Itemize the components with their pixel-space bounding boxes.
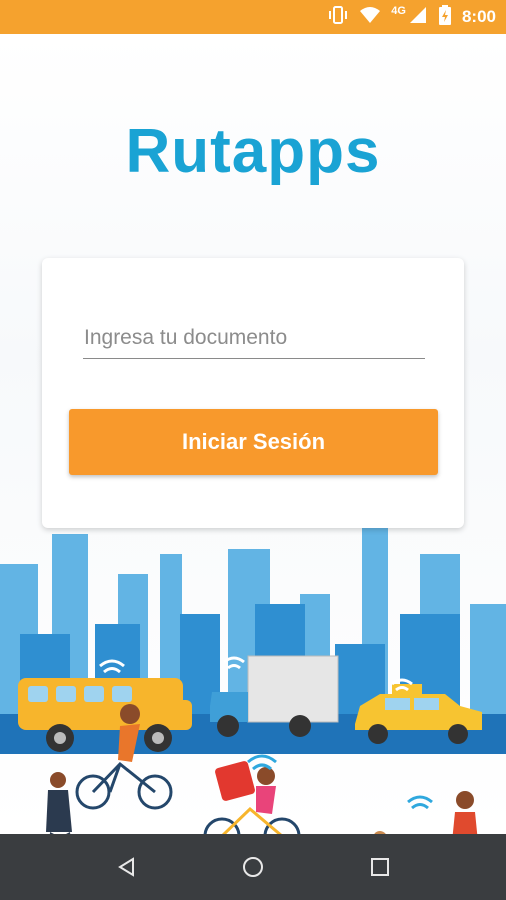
login-button[interactable]: Iniciar Sesión [69, 409, 438, 475]
dog-walker [374, 791, 478, 834]
home-icon [243, 857, 263, 877]
app-logo: Rutapps [125, 117, 381, 186]
pedestrian-left [46, 772, 72, 834]
wifi-icon [359, 5, 381, 30]
status-icons: 4G 8:00 [327, 0, 496, 34]
battery-icon [438, 4, 452, 31]
navigation-bar [0, 834, 506, 900]
signal-icon [408, 5, 428, 30]
status-bar: 4G 8:00 [0, 0, 506, 34]
wifi-signals-lower [247, 754, 433, 810]
back-button[interactable] [107, 850, 147, 884]
app-background: Rutapps Ingresa tu documento Iniciar Ses… [0, 34, 506, 834]
document-input[interactable] [83, 318, 425, 359]
login-card: Iniciar Sesión [42, 258, 464, 528]
city-illustration [0, 524, 506, 834]
home-button[interactable] [233, 850, 273, 884]
vibrate-icon [327, 4, 349, 31]
status-time: 8:00 [461, 7, 496, 26]
delivery-rider [203, 761, 301, 834]
network-type: 4G [391, 5, 406, 17]
back-icon [118, 857, 134, 877]
recents-icon [371, 858, 389, 876]
recents-button[interactable] [360, 850, 400, 884]
